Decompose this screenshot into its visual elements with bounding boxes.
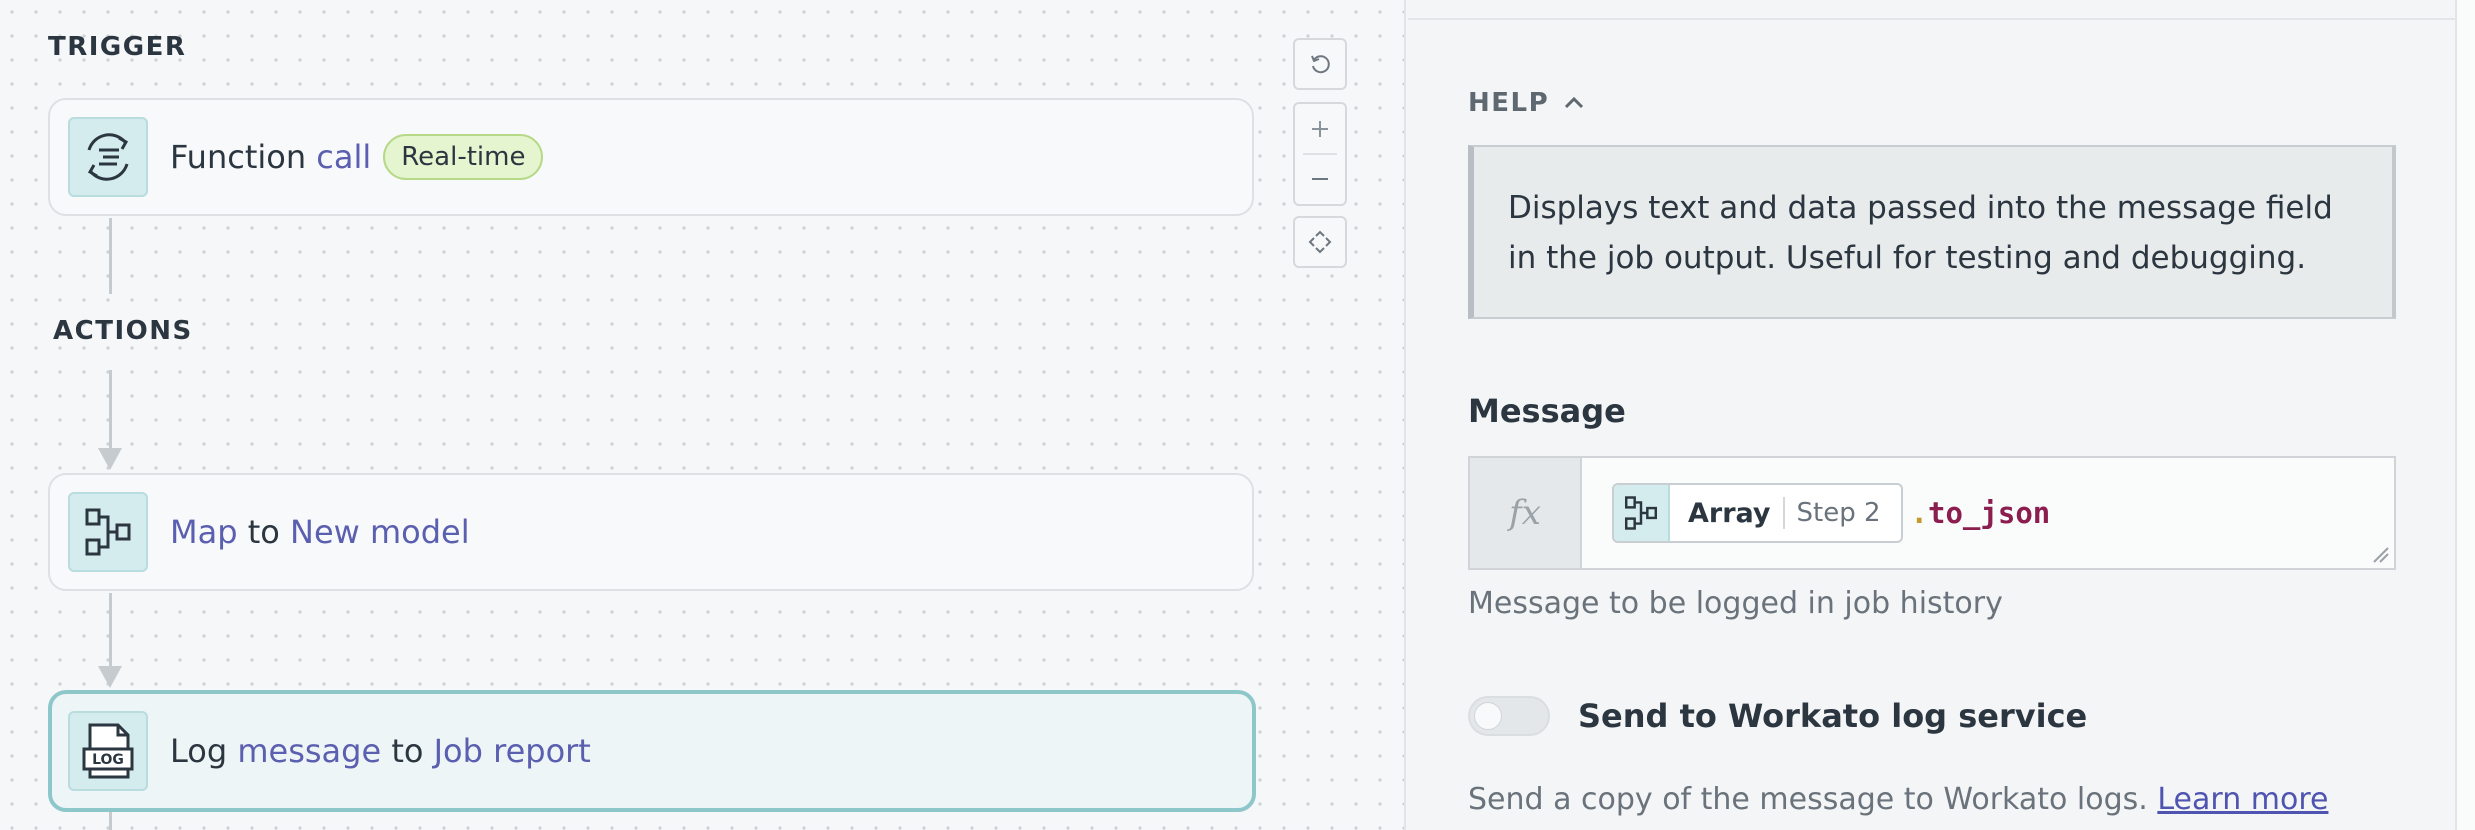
step-text-link[interactable]: call	[316, 138, 371, 176]
zoom-controls	[1293, 102, 1347, 206]
resize-handle-icon[interactable]	[2370, 544, 2390, 564]
datapill-step: Step 2	[1796, 498, 1881, 528]
step-text-plain: Function	[170, 138, 307, 176]
method-name: to_json	[1928, 496, 2051, 530]
help-toggle[interactable]: HELP	[1468, 88, 1587, 118]
toggle-knob	[1474, 702, 1502, 730]
action-step-map[interactable]: Map to New model	[48, 473, 1254, 591]
message-formula-input[interactable]: fx Array Step 2 .to_json	[1468, 456, 2396, 570]
trigger-step-function-call[interactable]: Function call Real-time	[48, 98, 1254, 216]
log-service-description-text: Send a copy of the message to Workato lo…	[1468, 782, 2148, 817]
datapill-name: Array	[1688, 497, 1771, 529]
fit-view-icon	[1295, 218, 1345, 266]
step-text-link[interactable]: message	[237, 732, 381, 770]
plus-icon	[1312, 121, 1328, 137]
real-time-badge: Real-time	[383, 134, 544, 180]
connector-line	[109, 218, 112, 294]
panel-top-border	[1408, 0, 2455, 20]
reset-icon	[1295, 40, 1345, 88]
map-icon	[1614, 485, 1670, 541]
fit-view-button[interactable]	[1293, 216, 1347, 268]
connector-line	[109, 370, 112, 450]
formula-method: .to_json	[1911, 496, 2051, 530]
zoom-in-button[interactable]	[1295, 105, 1345, 153]
reset-view-button[interactable]	[1293, 38, 1347, 90]
step-text-plain: Log	[170, 732, 228, 770]
step-config-panel: HELP Displays text and data passed into …	[1408, 0, 2475, 830]
trigger-section-label: TRIGGER	[48, 32, 187, 62]
step-text-plain: to	[391, 732, 424, 770]
formula-editor[interactable]: Array Step 2 .to_json	[1582, 458, 2394, 568]
log-file-icon: LOG	[68, 711, 148, 791]
step-text-link[interactable]: Job report	[434, 732, 591, 770]
formula-mode-toggle[interactable]: fx	[1470, 458, 1582, 568]
actions-section-label: ACTIONS	[53, 316, 193, 346]
chevron-up-icon	[1565, 96, 1584, 109]
map-icon	[68, 492, 148, 572]
action-step-log-message[interactable]: LOG Log message to Job report	[48, 690, 1256, 812]
minus-icon	[1312, 178, 1328, 180]
panel-scrollbar-track[interactable]	[2455, 0, 2475, 830]
step-text-plain: to	[247, 513, 280, 551]
step-text-link[interactable]: Map	[170, 513, 238, 551]
connector-line	[109, 593, 112, 667]
log-service-toggle[interactable]	[1468, 696, 1550, 736]
log-icon-text: LOG	[92, 752, 124, 768]
message-hint: Message to be logged in job history	[1468, 586, 2003, 621]
step-text-link[interactable]: New model	[290, 513, 470, 551]
zoom-out-button[interactable]	[1295, 155, 1345, 203]
help-title: HELP	[1468, 88, 1550, 118]
connector-arrow	[98, 448, 122, 470]
log-service-toggle-row: Send to Workato log service	[1468, 696, 2087, 736]
message-field-label: Message	[1468, 392, 1626, 430]
function-call-icon	[68, 117, 148, 197]
connector-arrow	[98, 666, 122, 688]
method-dot: .	[1910, 496, 1929, 530]
learn-more-link[interactable]: Learn more	[2157, 782, 2328, 817]
help-description: Displays text and data passed into the m…	[1468, 145, 2396, 319]
datapill-array[interactable]: Array Step 2	[1612, 483, 1903, 543]
log-service-toggle-label: Send to Workato log service	[1578, 697, 2088, 735]
recipe-canvas[interactable]: TRIGGER Function call Real-time ACTIONS	[0, 0, 1406, 830]
log-service-description: Send a copy of the message to Workato lo…	[1468, 782, 2328, 817]
connector-line	[109, 812, 112, 830]
